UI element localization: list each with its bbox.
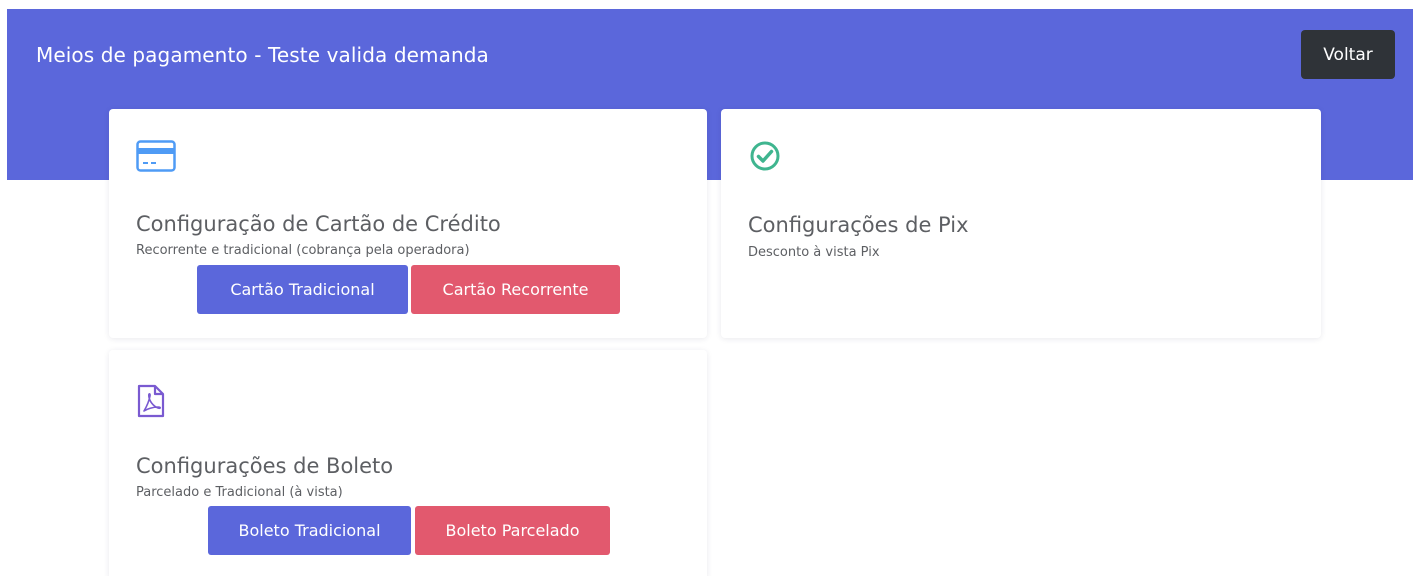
credit-card-icon: [136, 139, 176, 173]
pdf-file-icon: [136, 384, 176, 418]
installment-boleto-button[interactable]: Boleto Parcelado: [415, 506, 610, 555]
boleto-config-title: Configurações de Boleto: [136, 454, 394, 478]
traditional-card-button[interactable]: Cartão Tradicional: [197, 265, 408, 314]
payment-methods-page: Meios de pagamento - Teste valida demand…: [0, 0, 1413, 576]
credit-card-config-card: Configuração de Cartão de Crédito Recorr…: [109, 109, 707, 338]
pix-config-title: Configurações de Pix: [748, 213, 969, 237]
check-circle-icon: [748, 139, 788, 173]
pix-config-card: Configurações de Pix Desconto à vista Pi…: [721, 109, 1321, 338]
back-button[interactable]: Voltar: [1301, 30, 1395, 79]
traditional-boleto-button[interactable]: Boleto Tradicional: [208, 506, 411, 555]
boleto-config-subtitle: Parcelado e Tradicional (à vista): [136, 485, 343, 500]
pix-config-subtitle: Desconto à vista Pix: [748, 245, 880, 260]
boleto-config-card: Configurações de Boleto Parcelado e Trad…: [109, 350, 707, 576]
credit-card-config-title: Configuração de Cartão de Crédito: [136, 212, 501, 236]
page-title: Meios de pagamento - Teste valida demand…: [36, 43, 489, 67]
recurring-card-button[interactable]: Cartão Recorrente: [411, 265, 620, 314]
credit-card-config-subtitle: Recorrente e tradicional (cobrança pela …: [136, 243, 470, 258]
